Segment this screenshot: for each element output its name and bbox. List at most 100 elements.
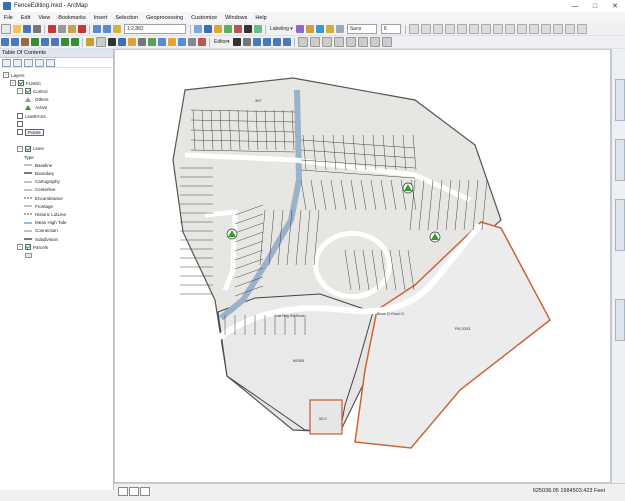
save-icon[interactable] [23,25,31,33]
menu-geoprocessing[interactable]: Geoprocessing [142,15,187,21]
map-canvas[interactable]: 397 89355 R9.2003 55.0 Oak Rdg Hill Road… [115,50,610,482]
print-icon[interactable] [33,25,41,33]
expand-collapse-icon[interactable]: − [17,145,23,152]
control-point-1[interactable] [226,228,238,240]
sketch-properties-icon[interactable] [369,37,380,47]
rulers-icon[interactable] [564,24,575,34]
rotate-icon[interactable] [345,37,356,47]
fixed-zoom-in-icon[interactable] [41,38,49,46]
align-left-icon[interactable] [444,24,455,34]
viewer-icon[interactable] [198,38,206,46]
toc-item[interactable]: − Layers [3,71,25,79]
expand-collapse-icon[interactable]: − [3,72,9,78]
reshape-icon[interactable] [309,37,320,47]
toc-item[interactable]: Subdivision [24,235,58,243]
lock-labels-icon[interactable] [305,25,314,33]
copy-icon[interactable] [58,25,66,33]
back-extent-icon[interactable] [61,38,69,46]
toc-item[interactable]: Mean High Tide [24,219,67,227]
labeling-menu[interactable]: Labeling ▾ [270,26,293,32]
toc-item[interactable]: − Parcels [17,243,48,251]
split-icon[interactable] [333,37,344,47]
layer-visibility-checkbox[interactable] [17,113,23,119]
toc-item[interactable]: − Lines [17,145,44,153]
italic-icon[interactable] [420,24,431,34]
trace-icon[interactable] [272,38,281,46]
forward-extent-icon[interactable] [71,38,79,46]
list-by-drawing-order-icon[interactable] [2,58,11,67]
select-elements-icon[interactable] [108,38,116,46]
hyperlink-icon[interactable] [128,38,136,46]
create-features-dock-tab[interactable] [615,199,625,251]
clear-selection-icon[interactable] [96,37,106,47]
bold-icon[interactable] [408,24,419,34]
layer-visibility-checkbox[interactable] [17,129,23,136]
menu-windows[interactable]: Windows [221,15,251,21]
data-view-icon[interactable] [118,487,128,496]
toc-item[interactable]: Points [17,128,44,136]
catalog-dock-tab[interactable] [615,79,625,121]
find-route-icon[interactable] [168,38,176,46]
end-point-arc-icon[interactable] [262,38,271,46]
menu-edit[interactable]: Edit [17,15,34,21]
menu-view[interactable]: View [34,15,54,21]
view-unplaced-icon[interactable] [315,25,324,33]
toc-item[interactable]: Connection [24,227,58,235]
layer-visibility-checkbox[interactable] [17,121,23,128]
identify-icon[interactable] [118,38,126,46]
toc-item[interactable]: Baseline [24,161,52,169]
fixed-zoom-out-icon[interactable] [51,38,59,46]
new-document-icon[interactable] [1,24,11,34]
layer-visibility-checkbox[interactable] [25,88,31,95]
toc-item[interactable]: − Control [17,87,48,95]
html-popup-icon[interactable] [138,38,146,46]
point-icon[interactable] [282,38,291,46]
menu-customize[interactable]: Customize [187,15,221,21]
toc-item[interactable]: − FLMSC [10,79,41,87]
guides-icon[interactable] [552,24,563,34]
arctoolbox-icon[interactable] [234,25,242,33]
refresh-icon[interactable] [140,487,150,496]
time-slider-icon[interactable] [188,38,196,46]
python-icon[interactable] [244,25,252,33]
find-icon[interactable] [158,38,166,46]
editor-menu[interactable]: Editor▾ [214,39,230,45]
toc-item[interactable]: Active [24,104,47,112]
toc-item[interactable] [24,251,35,259]
font-size-combo[interactable]: 8 [380,24,401,34]
align-center-icon[interactable] [456,24,467,34]
label-manager-icon[interactable] [295,25,304,33]
line-color-icon[interactable] [504,24,515,34]
undo-icon[interactable] [93,25,101,33]
toc-item[interactable] [17,120,25,128]
menu-help[interactable]: Help [251,15,270,21]
toc-item[interactable]: LineErrors [17,112,46,120]
search-icon[interactable] [224,25,232,33]
fill-color-icon[interactable] [492,24,503,34]
cut-polygons-icon[interactable] [321,37,332,47]
text-color-icon[interactable] [480,24,491,34]
attributes-dock-tab[interactable] [615,299,625,341]
menu-file[interactable]: File [0,15,17,21]
grid-icon[interactable] [540,24,551,34]
paste-icon[interactable] [68,25,76,33]
list-by-visibility-icon[interactable] [24,58,33,67]
map-scale-combo[interactable]: 1:2,882 [124,24,186,34]
label-priority-icon[interactable] [325,25,334,33]
toc-item[interactable]: Others [24,96,49,104]
zoom-out-icon[interactable] [11,38,19,46]
layer-visibility-checkbox[interactable] [25,145,31,152]
pan-icon[interactable] [21,38,29,46]
maximize-button[interactable]: □ [585,0,605,12]
expand-collapse-icon[interactable]: − [17,88,23,95]
menu-bookmarks[interactable]: Bookmarks [54,15,90,21]
list-by-source-icon[interactable] [13,58,22,67]
menu-insert[interactable]: Insert [90,15,112,21]
toc-item[interactable]: Frontage [24,202,53,210]
list-by-selection-icon[interactable] [35,58,44,67]
toc-item[interactable]: Cartography [24,178,60,186]
delete-icon[interactable] [78,25,86,33]
label-weight-icon[interactable] [335,25,344,33]
select-features-icon[interactable] [86,38,94,46]
edit-tool-icon[interactable] [232,38,241,46]
